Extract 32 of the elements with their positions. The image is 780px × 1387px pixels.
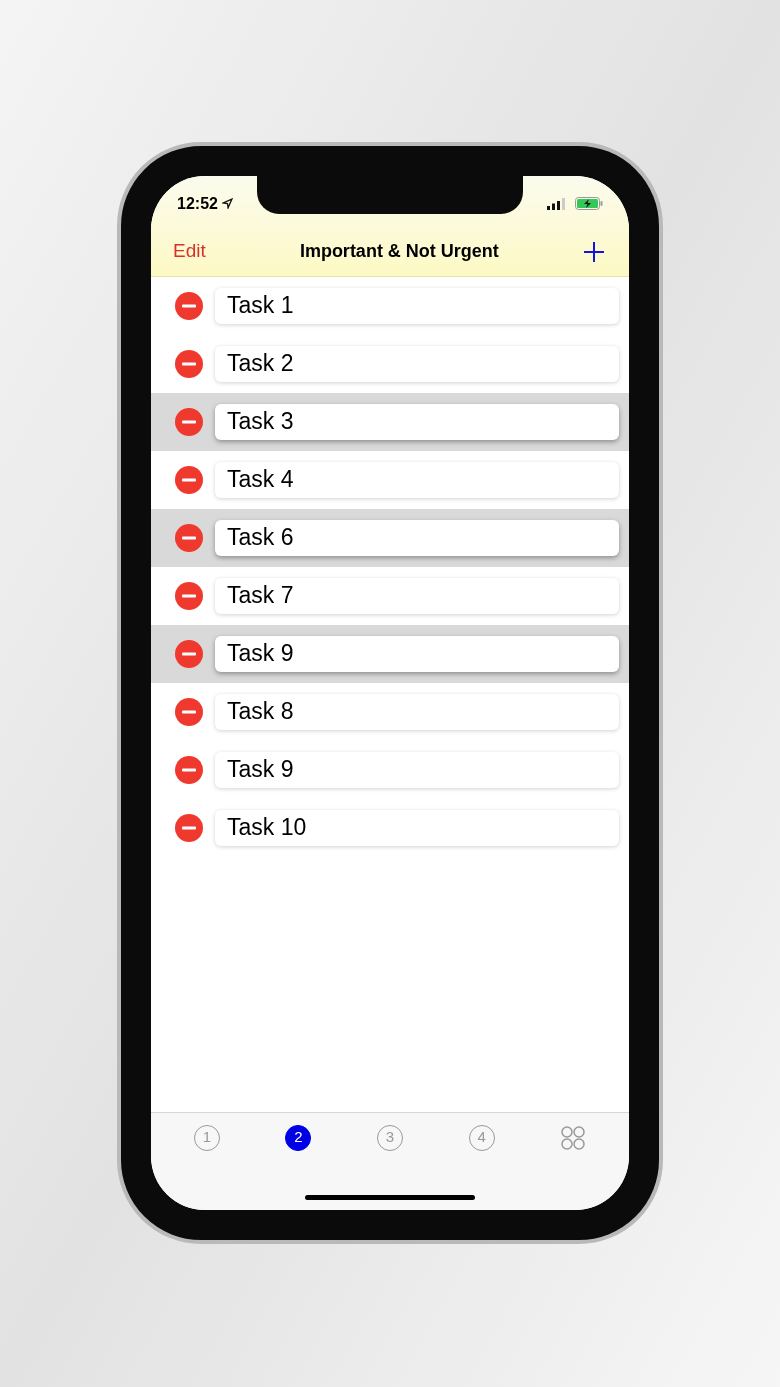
- task-field[interactable]: Task 9: [215, 635, 619, 672]
- edit-button[interactable]: Edit: [173, 237, 206, 266]
- delete-icon[interactable]: [175, 639, 203, 668]
- task-field[interactable]: Task 6: [215, 519, 619, 556]
- delete-icon[interactable]: [175, 407, 203, 436]
- location-icon: [221, 198, 233, 209]
- task-row[interactable]: Task 9: [151, 624, 629, 683]
- task-field[interactable]: Task 3: [215, 403, 619, 440]
- add-icon[interactable]: [583, 240, 605, 263]
- signal-icon: [547, 197, 567, 210]
- grid-icon[interactable]: [560, 1124, 587, 1151]
- task-field[interactable]: Task 4: [215, 461, 619, 498]
- nav-title: Important & Not Urgent: [299, 240, 499, 263]
- task-row[interactable]: Task 3: [151, 392, 629, 451]
- delete-icon[interactable]: [175, 291, 203, 320]
- delete-icon[interactable]: [175, 755, 203, 784]
- delete-icon[interactable]: [175, 697, 203, 726]
- delete-icon[interactable]: [175, 465, 203, 494]
- task-field[interactable]: Task 1: [215, 287, 619, 324]
- status-time: 12:52: [177, 193, 218, 214]
- delete-icon[interactable]: [175, 813, 203, 842]
- battery-icon: [575, 197, 603, 210]
- task-field[interactable]: Task 9: [215, 751, 619, 788]
- delete-icon[interactable]: [175, 523, 203, 552]
- task-row[interactable]: Task 6: [151, 508, 629, 567]
- tab-item[interactable]: 2: [285, 1124, 312, 1151]
- task-field[interactable]: Task 10: [215, 809, 619, 846]
- delete-icon[interactable]: [175, 349, 203, 378]
- task-field[interactable]: Task 8: [215, 693, 619, 730]
- task-field[interactable]: Task 2: [215, 345, 619, 382]
- delete-icon[interactable]: [175, 581, 203, 610]
- task-field[interactable]: Task 7: [215, 577, 619, 614]
